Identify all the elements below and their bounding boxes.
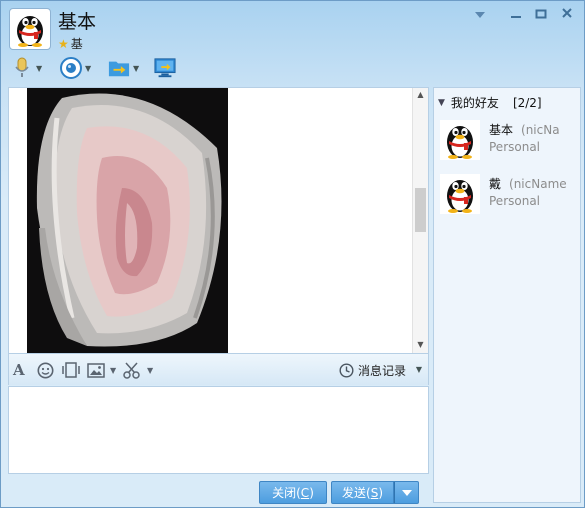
friend-name-line: 戴 (nicName [489, 175, 567, 192]
penguin-icon [447, 126, 473, 159]
message-input[interactable] [9, 387, 428, 473]
scroll-thumb[interactable] [415, 188, 426, 232]
send-paren: ) [378, 485, 383, 500]
chevron-down-icon[interactable]: ▼ [147, 361, 153, 379]
video-call-button[interactable]: ▼ [60, 56, 91, 80]
chevron-down-icon [401, 489, 412, 496]
shared-photo[interactable] [27, 88, 228, 353]
chevron-down-icon[interactable]: ▼ [36, 64, 42, 73]
send-button[interactable]: 发送(S) [331, 481, 394, 504]
screen-share-button[interactable] [154, 56, 176, 80]
scroll-down-icon[interactable]: ▼ [413, 340, 428, 349]
message-input-area[interactable] [8, 386, 429, 474]
chat-window: 基本 ★ 基 ▼ ▼ ▼ ▲ ▼ A ▼ ▼ 消息记录 ▼ 关闭(C) 发送… [0, 0, 585, 508]
penguin-icon [17, 16, 43, 47]
screen-share-icon [154, 57, 176, 79]
friend-item[interactable]: 基本 (nicNa Personal [438, 120, 580, 166]
friend-avatar[interactable] [440, 174, 480, 214]
chevron-down-icon[interactable]: ▼ [133, 64, 139, 73]
format-toolbar: A ▼ ▼ 消息记录 ▼ [8, 354, 429, 385]
friends-panel: ▼ 我的好友 [2/2] 基本 (nicNa Personal 戴 (nicNa… [433, 87, 581, 503]
send-label: 发送( [342, 486, 371, 500]
friend-name: 基本 [489, 123, 514, 137]
image-icon[interactable] [87, 361, 105, 379]
chevron-down-icon[interactable]: ▼ [85, 64, 91, 73]
friend-group-header[interactable]: ▼ 我的好友 [2/2] [438, 94, 542, 111]
message-history-button[interactable]: 消息记录 [339, 360, 406, 380]
camera-icon [60, 57, 82, 79]
send-shortcut: S [370, 485, 379, 500]
maximize-icon[interactable] [531, 7, 551, 25]
friend-name: 戴 [489, 177, 502, 191]
send-file-icon [108, 57, 130, 79]
contact-signature: ★ 基 [58, 35, 83, 52]
close-shortcut: C [300, 485, 310, 500]
minimize-icon[interactable] [506, 7, 526, 25]
close-button[interactable]: 关闭(C) [259, 481, 327, 504]
friend-status: Personal [489, 194, 541, 208]
close-label: 关闭( [272, 486, 301, 500]
contact-avatar[interactable] [9, 8, 51, 50]
chat-scrollbar[interactable]: ▲ ▼ [412, 88, 428, 353]
microphone-icon [11, 57, 33, 79]
chevron-down-icon[interactable] [470, 7, 490, 25]
group-count: [2/2] [512, 95, 542, 110]
scroll-up-icon[interactable]: ▲ [413, 90, 428, 99]
penguin-icon [447, 180, 473, 213]
friend-item[interactable]: 戴 (nicName Personal [438, 174, 580, 220]
voice-call-button[interactable]: ▼ [11, 56, 42, 80]
friend-avatar[interactable] [440, 120, 480, 160]
friend-status: Personal [489, 140, 541, 154]
contact-sub-label: 基 [70, 37, 83, 51]
collapse-icon[interactable]: ▼ [438, 98, 445, 108]
message-history[interactable]: ▲ ▼ [8, 87, 429, 354]
scissors-icon[interactable] [123, 361, 141, 379]
send-file-button[interactable]: ▼ [108, 56, 139, 80]
friend-nick: (nicNa [521, 123, 560, 137]
close-paren: ) [309, 485, 314, 500]
clock-icon [339, 362, 354, 378]
chevron-down-icon[interactable]: ▼ [416, 365, 422, 374]
close-icon[interactable] [557, 7, 577, 25]
star-icon: ★ [58, 36, 69, 51]
font-icon[interactable]: A [13, 361, 25, 379]
chevron-down-icon[interactable]: ▼ [110, 361, 116, 379]
contact-name[interactable]: 基本 [58, 7, 96, 34]
send-options-button[interactable] [394, 481, 419, 504]
vibrate-icon[interactable] [61, 361, 81, 379]
group-name: 我的好友 [450, 96, 499, 110]
emoji-icon[interactable] [37, 361, 54, 379]
friend-name-line: 基本 (nicNa [489, 121, 560, 138]
history-label: 消息记录 [357, 363, 406, 378]
friend-nick: (nicName [509, 177, 567, 191]
